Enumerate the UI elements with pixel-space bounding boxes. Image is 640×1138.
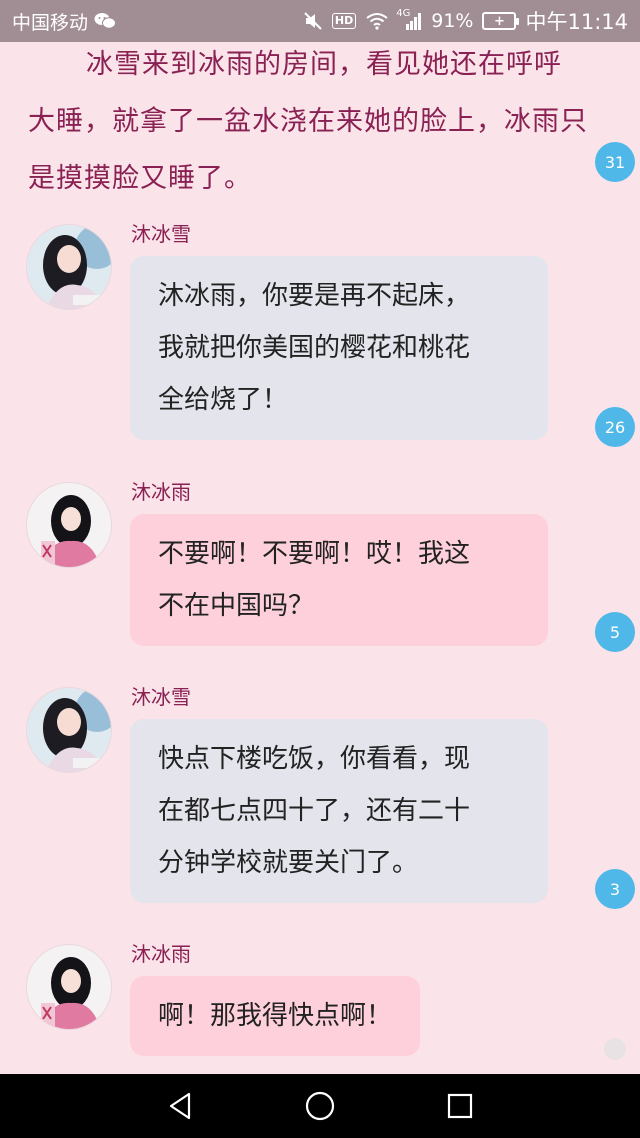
navigation-bar <box>0 1074 640 1138</box>
message-line: 全给烧了！ <box>158 385 289 415</box>
clock: 中午11:14 <box>525 10 628 34</box>
sender-name: 沐冰雨 <box>131 480 191 504</box>
message-line: 分钟学校就要关门了。 <box>158 848 419 878</box>
avatar-yu[interactable] <box>26 944 112 1030</box>
narration-text: 冰雪来到冰雨的房间，看见她还在呼呼大睡，就拿了一盆水浇在来她的脸上，冰雨只是摸摸… <box>28 49 588 194</box>
mute-icon <box>303 11 323 31</box>
message-line: 不要啊！不要啊！哎！我这 <box>158 539 471 569</box>
message-line: 在都七点四十了，还有二十 <box>158 796 471 826</box>
avatar-yu[interactable] <box>26 482 112 568</box>
signal-icon: 4G <box>396 8 422 30</box>
carrier-name: 中国移动 <box>12 11 89 34</box>
comment-count-badge[interactable]: 31 <box>595 142 635 182</box>
wechat-icon <box>94 12 117 30</box>
message-bubble: 啊！那我得快点啊！ <box>130 976 421 1056</box>
network-type: 4G <box>396 8 411 19</box>
comment-count-badge[interactable]: 3 <box>595 869 635 909</box>
comment-count-badge[interactable]: 26 <box>595 407 635 447</box>
message-line: 不在中国吗？ <box>158 591 315 621</box>
back-triangle-icon[interactable] <box>158 1084 202 1128</box>
comment-count-badge[interactable]: 5 <box>595 612 635 652</box>
message-line: 啊！那我得快点啊！ <box>158 1001 393 1031</box>
carrier-group: 中国移动 <box>12 8 117 35</box>
avatar-xue[interactable] <box>26 224 112 310</box>
sender-name: 沐冰雪 <box>131 685 191 709</box>
sender-name: 沐冰雪 <box>131 222 191 246</box>
sender-name: 沐冰雨 <box>131 942 191 966</box>
message-bubble: 快点下楼吃饭，你看看，现 在都七点四十了，还有二十 分钟学校就要关门了。 <box>130 719 548 903</box>
message-bubble: 沐冰雨，你要是再不起床， 我就把你美国的樱花和桃花 全给烧了！ <box>130 256 548 440</box>
status-icons: HD 4G 91% + 中午11:14 <box>303 6 628 36</box>
message-bubble: 不要啊！不要啊！哎！我这 不在中国吗？ <box>130 514 548 646</box>
message-line: 我就把你美国的樱花和桃花 <box>158 333 471 363</box>
recent-square-icon[interactable] <box>438 1084 482 1128</box>
avatar-xue[interactable] <box>26 687 112 773</box>
message-line: 沐冰雨，你要是再不起床， <box>158 281 471 311</box>
message-line: 快点下楼吃饭，你看看，现 <box>158 744 471 774</box>
comment-badge-empty[interactable] <box>604 1038 626 1060</box>
home-circle-icon[interactable] <box>298 1084 342 1128</box>
hd-icon: HD <box>331 13 357 29</box>
wifi-icon <box>365 12 389 30</box>
battery-icon: + <box>482 12 520 30</box>
battery-percent: 91% <box>431 10 474 32</box>
